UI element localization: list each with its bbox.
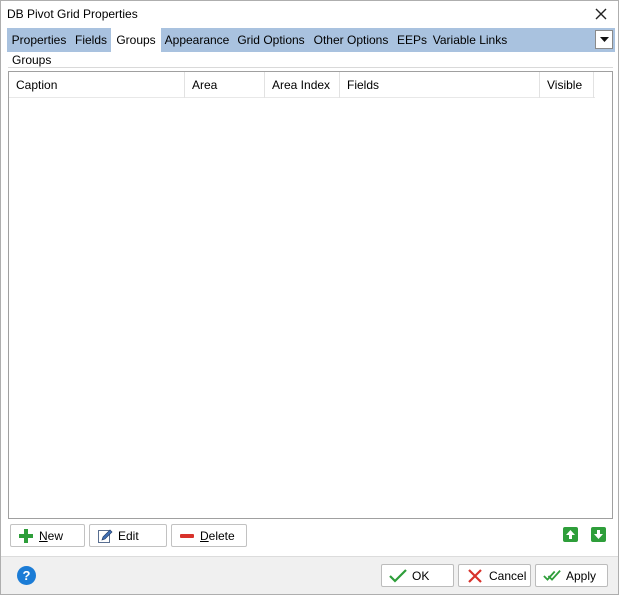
tab-appearance[interactable]: Appearance [161,28,233,52]
close-button[interactable] [590,3,612,25]
column-label: Visible [547,78,583,92]
column-header-visible[interactable]: Visible [540,72,594,98]
apply-button-label: Apply [566,568,597,583]
plus-icon [18,528,34,544]
column-label: Caption [16,78,58,92]
section-divider [8,67,613,68]
delete-button-label: Delete [200,528,235,543]
groups-grid[interactable]: Caption Area Area Index Fields Visible [8,71,613,519]
chevron-down-icon [599,36,609,42]
help-icon[interactable]: ? [17,566,36,585]
tab-overflow-dropdown[interactable] [595,30,613,49]
grid-header: Caption Area Area Index Fields Visible [9,72,612,98]
tab-groups[interactable]: Groups [111,28,161,52]
groups-section-label: Groups [12,53,52,67]
title-bar: DB Pivot Grid Properties [1,1,618,27]
ok-button[interactable]: OK [381,564,454,587]
tab-strip: Properties Fields Groups Appearance Grid… [7,28,615,52]
cancel-x-icon [466,568,484,584]
edit-button[interactable]: Edit [89,524,167,547]
tab-label: Appearance [164,33,230,47]
arrow-up-icon [566,530,575,539]
tab-grid-options[interactable]: Grid Options [233,28,309,52]
cancel-button[interactable]: Cancel [458,564,531,587]
minus-icon [179,528,195,544]
move-down-button[interactable] [591,527,606,542]
tab-label: EEPs [396,33,427,47]
cancel-button-label: Cancel [489,568,527,583]
tab-eeps[interactable]: EEPs [393,28,431,52]
tab-other-options[interactable]: Other Options [309,28,393,52]
move-up-button[interactable] [563,527,578,542]
edit-button-label: Edit [118,528,139,543]
tab-fields[interactable]: Fields [71,28,111,52]
column-header-caption[interactable]: Caption [9,72,185,98]
tab-label: Grid Options [237,33,305,47]
column-label: Area Index [272,78,331,92]
tab-properties[interactable]: Properties [7,28,71,52]
close-icon [595,8,607,20]
tab-label: Properties [11,33,67,47]
window-title: DB Pivot Grid Properties [7,7,138,21]
column-header-area[interactable]: Area [185,72,265,98]
new-button[interactable]: New [10,524,85,547]
column-header-area-index[interactable]: Area Index [265,72,340,98]
column-label: Fields [347,78,380,92]
ok-button-label: OK [412,568,430,583]
tab-label: Groups [116,33,156,47]
tab-variable-links[interactable]: Variable Links [431,28,509,52]
arrow-down-icon [594,530,603,539]
grid-scrollbar[interactable] [595,72,612,518]
apply-button[interactable]: Apply [535,564,608,587]
dialog-window: DB Pivot Grid Properties Properties Fiel… [0,0,619,595]
new-button-label: New [39,528,64,543]
delete-button[interactable]: Delete [171,524,247,547]
tab-label: Other Options [313,33,389,47]
double-checkmark-icon [543,568,561,584]
column-label: Area [192,78,218,92]
pencil-edit-icon [97,528,113,544]
help-glyph: ? [22,568,31,583]
checkmark-icon [389,568,407,584]
tab-label: Fields [74,33,107,47]
tab-label: Variable Links [432,33,508,47]
column-header-fields[interactable]: Fields [340,72,540,98]
